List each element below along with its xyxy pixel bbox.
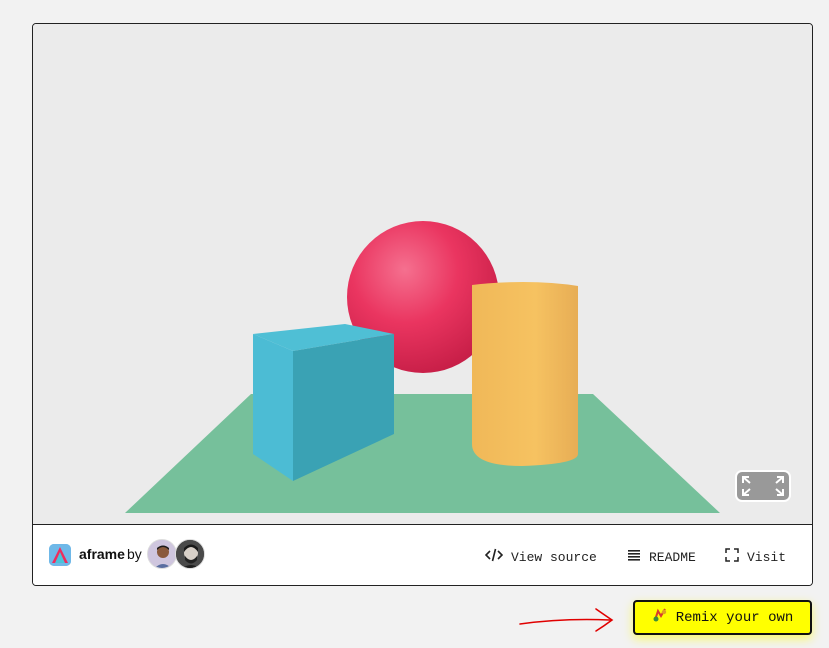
- project-embed: aframe by View source README Visit: [32, 23, 813, 586]
- aframe-scene-canvas[interactable]: [33, 24, 812, 524]
- by-label: by: [127, 546, 142, 562]
- readme-label: README: [649, 549, 696, 565]
- remix-button[interactable]: Remix your own: [633, 600, 812, 635]
- code-icon: [484, 548, 504, 566]
- view-source-link[interactable]: View source: [484, 548, 597, 566]
- visit-link[interactable]: Visit: [725, 548, 786, 566]
- cylinder: [472, 282, 578, 466]
- ground-plane: [125, 394, 720, 513]
- scene-illustration: [125, 221, 720, 513]
- red-arrow-annotation: [519, 608, 614, 632]
- visit-label: Visit: [747, 549, 787, 565]
- fullscreen-button[interactable]: [735, 470, 791, 502]
- user-avatar-1[interactable]: [147, 539, 177, 569]
- project-name-link[interactable]: aframe: [79, 546, 125, 562]
- embed-footer: aframe by View source README Visit: [33, 524, 812, 585]
- expand-icon: [725, 548, 739, 566]
- aframe-logo-icon[interactable]: [49, 544, 71, 566]
- view-source-label: View source: [511, 549, 597, 565]
- fullscreen-icon: [742, 476, 784, 496]
- remix-icon: [652, 607, 668, 628]
- user-avatar-2[interactable]: [175, 539, 205, 569]
- remix-label: Remix your own: [675, 609, 794, 626]
- readme-link[interactable]: README: [627, 548, 696, 566]
- list-icon: [627, 548, 641, 566]
